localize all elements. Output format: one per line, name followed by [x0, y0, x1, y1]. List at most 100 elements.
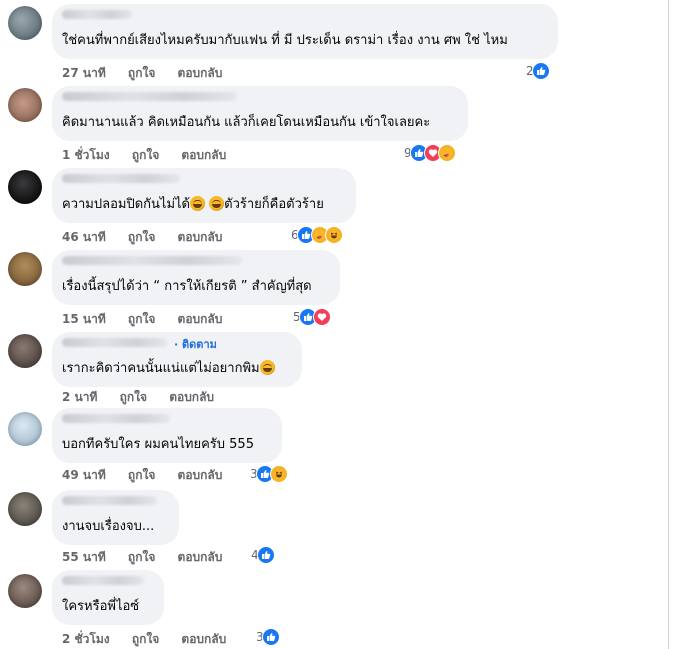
- avatar[interactable]: [8, 88, 42, 122]
- comment-bubble: งานจบเรื่องจบ...: [52, 490, 179, 545]
- comment-text: งานจบเรื่องจบ...: [62, 519, 155, 534]
- reply-button[interactable]: ตอบกลับ: [178, 66, 223, 80]
- reply-button[interactable]: ตอบกลับ: [181, 632, 226, 646]
- like-reaction-icon: [261, 628, 280, 646]
- avatar-image: [8, 170, 42, 204]
- like-button[interactable]: ถูกใจ: [128, 468, 155, 482]
- comment-bubble: บอกทีครับใคร ผมคนไทยครับ 555: [52, 408, 282, 463]
- comment-actions: 2 ชั่วโมง ถูกใจ ตอบกลับ: [62, 630, 244, 649]
- comment-time[interactable]: 55 นาที: [62, 550, 106, 564]
- avatar-image: [8, 252, 42, 286]
- like-button[interactable]: ถูกใจ: [132, 148, 159, 162]
- avatar-image: [8, 412, 42, 446]
- reply-button[interactable]: ตอบกลับ: [169, 390, 214, 404]
- comment-bubble: ความปลอมปิดกันไม่ได้ ตัวร้ายก็คือตัวร้าย: [52, 168, 356, 223]
- avatar[interactable]: [8, 6, 42, 40]
- avatar[interactable]: [8, 170, 42, 204]
- like-reaction-icon: [531, 62, 550, 80]
- comment-bubble: ใครหรือพี่ไอซ์: [52, 570, 164, 625]
- comment-time[interactable]: 1 ชั่วโมง: [62, 148, 110, 162]
- reply-button[interactable]: ตอบกลับ: [178, 468, 223, 482]
- avatar[interactable]: [8, 412, 42, 446]
- comment-item: บอกทีครับใคร ผมคนไทยครับ 555 49 นาที ถูก…: [0, 408, 668, 488]
- comment-actions: 46 นาที ถูกใจ ตอบกลับ: [62, 228, 240, 247]
- comment-actions: 27 นาที ถูกใจ ตอบกลับ: [62, 64, 240, 83]
- avatar-image: [8, 88, 42, 122]
- like-reaction-icon: [256, 546, 275, 564]
- comment-text: ความปลอมปิดกันไม่ได้ ตัวร้ายก็คือตัวร้าย: [62, 196, 324, 213]
- avatar-image: [8, 6, 42, 40]
- face-with-tears-of-joy-icon: [259, 360, 275, 375]
- comment-bubble: ใช่คนที่พากย์เสียงไหมครับมากับแฟน ที่ มี…: [52, 4, 558, 59]
- comment-item: งานจบเรื่องจบ... 55 นาที ถูกใจ ตอบกลับ 4: [0, 488, 668, 568]
- comment-text: คิดมานานแล้ว คิดเหมือนกัน แล้วก็เคยโดนเห…: [62, 115, 431, 130]
- comment-text: เรื่องนี้สรุปได้ว่า “ การให้เกียรติ ” สำ…: [62, 279, 312, 294]
- like-button[interactable]: ถูกใจ: [128, 550, 155, 564]
- reply-button[interactable]: ตอบกลับ: [178, 312, 223, 326]
- care-reaction-icon: [437, 144, 456, 162]
- avatar-image: [8, 492, 42, 526]
- comment-bubble: คิดมานานแล้ว คิดเหมือนกัน แล้วก็เคยโดนเห…: [52, 86, 468, 141]
- reaction-summary[interactable]: 3: [256, 628, 280, 646]
- author-name-blurred[interactable]: [62, 496, 157, 505]
- reaction-summary[interactable]: 6: [291, 226, 343, 244]
- comment-time[interactable]: 15 นาที: [62, 312, 106, 326]
- reaction-summary[interactable]: 9: [404, 144, 456, 162]
- comment-actions: 49 นาที ถูกใจ ตอบกลับ: [62, 466, 240, 485]
- like-button[interactable]: ถูกใจ: [128, 312, 155, 326]
- author-name-blurred[interactable]: [62, 576, 144, 585]
- comment-bubble: · ติดตาม เรากะคิดว่าคนนั้นแน่แต่ไม่อยากพ…: [52, 332, 302, 387]
- comment-item: ความปลอมปิดกันไม่ได้ ตัวร้ายก็คือตัวร้าย…: [0, 166, 668, 246]
- comment-item: เรื่องนี้สรุปได้ว่า “ การให้เกียรติ ” สำ…: [0, 248, 668, 328]
- follow-link[interactable]: · ติดตาม: [174, 335, 217, 353]
- avatar[interactable]: [8, 492, 42, 526]
- comment-text-part: ตัวร้ายก็คือตัวร้าย: [224, 197, 324, 212]
- avatar-image: [8, 334, 42, 368]
- comment-text-part: เรากะคิดว่าคนนั้นแน่แต่ไม่อยากพิม: [62, 361, 260, 376]
- like-button[interactable]: ถูกใจ: [120, 390, 147, 404]
- reply-button[interactable]: ตอบกลับ: [181, 148, 226, 162]
- comment-actions: 55 นาที ถูกใจ ตอบกลับ: [62, 548, 240, 567]
- comment-text-part: ความปลอมปิดกันไม่ได้: [62, 197, 191, 212]
- comment-actions: 15 นาที ถูกใจ ตอบกลับ: [62, 310, 240, 329]
- author-name-blurred[interactable]: [62, 256, 242, 265]
- author-name-blurred[interactable]: [62, 10, 132, 19]
- haha-reaction-icon: [269, 465, 288, 483]
- reaction-summary[interactable]: 5: [293, 308, 331, 326]
- face-with-tears-of-joy-icon: [190, 196, 206, 211]
- comment-bubble: เรื่องนี้สรุปได้ว่า “ การให้เกียรติ ” สำ…: [52, 250, 340, 305]
- avatar[interactable]: [8, 574, 42, 608]
- reply-button[interactable]: ตอบกลับ: [178, 230, 223, 244]
- author-name-blurred[interactable]: [62, 174, 180, 183]
- reaction-summary[interactable]: 2: [526, 62, 550, 80]
- like-button[interactable]: ถูกใจ: [132, 632, 159, 646]
- comment-actions: 2 นาที ถูกใจ ตอบกลับ: [62, 388, 232, 407]
- comment-actions: 1 ชั่วโมง ถูกใจ ตอบกลับ: [62, 146, 244, 165]
- reaction-summary[interactable]: 4: [251, 546, 275, 564]
- comment-item: คิดมานานแล้ว คิดเหมือนกัน แล้วก็เคยโดนเห…: [0, 84, 668, 164]
- like-button[interactable]: ถูกใจ: [128, 66, 155, 80]
- comment-time[interactable]: 46 นาที: [62, 230, 106, 244]
- comment-time[interactable]: 2 นาที: [62, 390, 97, 404]
- comment-text: ใช่คนที่พากย์เสียงไหมครับมากับแฟน ที่ มี…: [62, 33, 508, 48]
- haha-reaction-icon: [324, 226, 343, 244]
- author-name-blurred[interactable]: [62, 414, 170, 423]
- comment-text: เรากะคิดว่าคนนั้นแน่แต่ไม่อยากพิม: [62, 360, 275, 377]
- reply-button[interactable]: ตอบกลับ: [178, 550, 223, 564]
- comment-time[interactable]: 49 นาที: [62, 468, 106, 482]
- comment-text: ใครหรือพี่ไอซ์: [62, 599, 140, 614]
- comment-text: บอกทีครับใคร ผมคนไทยครับ 555: [62, 437, 254, 452]
- avatar-image: [8, 574, 42, 608]
- author-name-blurred[interactable]: [62, 338, 167, 347]
- comment-time[interactable]: 2 ชั่วโมง: [62, 632, 110, 646]
- reaction-summary[interactable]: 3: [250, 465, 288, 483]
- author-name-blurred[interactable]: [62, 92, 237, 101]
- comment-time[interactable]: 27 นาที: [62, 66, 106, 80]
- face-with-tears-of-joy-icon: [209, 196, 225, 211]
- love-reaction-icon: [312, 308, 331, 326]
- comment-list: ใช่คนที่พากย์เสียงไหมครับมากับแฟน ที่ มี…: [0, 0, 669, 649]
- avatar[interactable]: [8, 252, 42, 286]
- avatar[interactable]: [8, 334, 42, 368]
- like-button[interactable]: ถูกใจ: [128, 230, 155, 244]
- comment-item: · ติดตาม เรากะคิดว่าคนนั้นแน่แต่ไม่อยากพ…: [0, 330, 668, 410]
